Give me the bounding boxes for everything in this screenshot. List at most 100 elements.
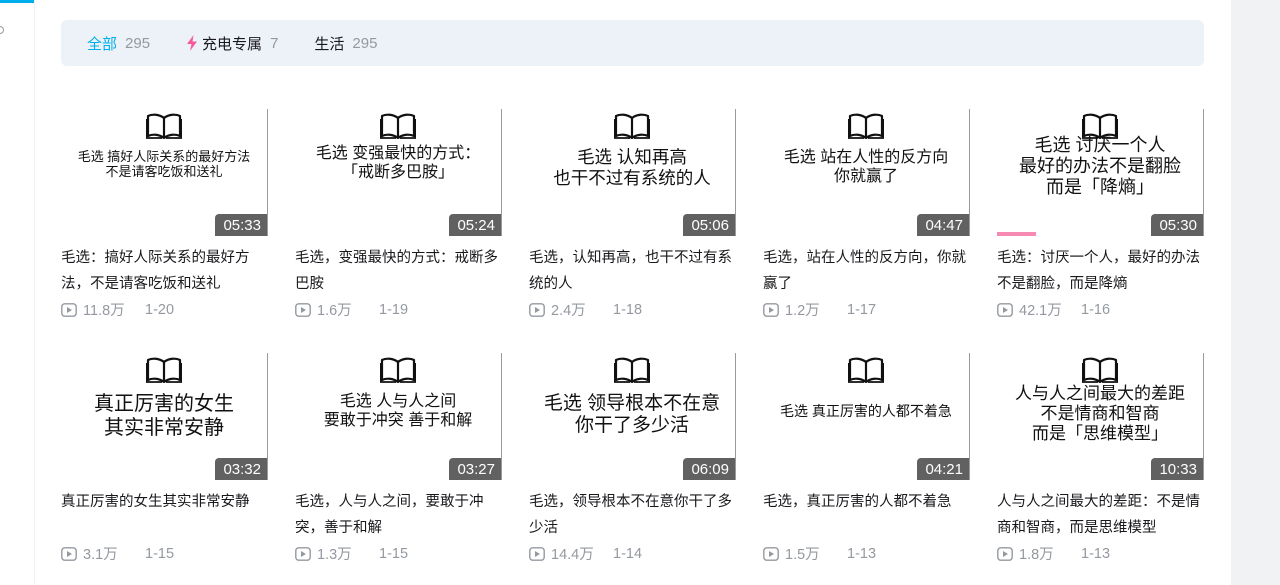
book-icon	[613, 357, 651, 384]
filter-label: 生活	[314, 35, 345, 53]
book-icon	[379, 357, 417, 384]
category-filter-bar: 全部 295 充电专属 7 生活 295	[61, 20, 1204, 66]
video-duration: 05:06	[683, 214, 735, 236]
video-thumbnail[interactable]: 毛选 搞好人际关系的最好方法 不是请客吃饭和送礼 05:33	[61, 109, 268, 236]
video-card[interactable]: 毛选 站在人性的反方向 你就赢了 04:47 毛选，站在人性的反方向，你就赢了 1.2…	[763, 109, 970, 320]
video-title[interactable]: 毛选：搞好人际关系的最好方法，不是请客吃饭和送礼	[61, 245, 268, 297]
video-card[interactable]: 人与人之间最大的差距 不是情商和智商 而是「思维模型」 10:33 人与人之间最大的…	[997, 353, 1204, 564]
video-title[interactable]: 毛选，认知再高，也干不过有系统的人	[529, 245, 736, 297]
filter-label: 全部	[87, 35, 118, 53]
view-count: 42.1万	[1019, 303, 1062, 319]
video-duration: 06:09	[683, 458, 735, 480]
play-count-icon	[529, 302, 545, 317]
play-count-icon	[61, 546, 77, 561]
video-thumbnail[interactable]: 毛选 人与人之间 要敢于冲突 善于和解 03:27	[295, 353, 502, 480]
video-title[interactable]: 毛选，真正厉害的人都不着急	[763, 489, 970, 541]
publish-date: 1-15	[145, 545, 175, 562]
video-meta: 3.1万 1-15	[61, 543, 268, 564]
view-count: 1.2万	[785, 303, 820, 319]
video-duration: 05:33	[215, 214, 267, 236]
filter-label: 充电专属	[202, 35, 263, 53]
thumbnail-caption: 毛选 认知再高 也干不过有系统的人	[553, 147, 711, 188]
book-icon	[379, 113, 417, 140]
thumbnail-caption: 毛选 真正厉害的人都不着急	[780, 403, 952, 419]
video-thumbnail[interactable]: 毛选 领导根本不在意 你干了多少活 06:09	[529, 353, 736, 480]
filter-count: 295	[352, 34, 378, 52]
video-meta: 1.2万 1-17	[763, 299, 970, 320]
video-title[interactable]: 人与人之间最大的差距：不是情商和智商，而是思维模型	[997, 489, 1204, 541]
video-meta: 1.8万 1-13	[997, 543, 1204, 564]
publish-date: 1-18	[613, 301, 643, 318]
thumbnail-caption: 毛选 搞好人际关系的最好方法 不是请客吃饭和送礼	[77, 149, 251, 180]
video-card[interactable]: 毛选 讨厌一个人 最好的办法不是翻脸 而是「降熵」 05:30 毛选：讨厌一个人，最…	[997, 109, 1204, 320]
video-thumbnail[interactable]: 毛选 站在人性的反方向 你就赢了 04:47	[763, 109, 970, 236]
thumbnail-caption: 毛选 变强最快的方式： 「戒断多巴胺」	[315, 145, 481, 181]
thumbnail-caption: 毛选 人与人之间 要敢于冲突 善于和解	[323, 393, 473, 429]
book-icon	[847, 113, 885, 140]
view-count: 3.1万	[83, 547, 118, 563]
filter-all[interactable]: 全部 295	[87, 33, 150, 54]
video-title[interactable]: 毛选，站在人性的反方向，你就赢了	[763, 245, 970, 297]
video-meta: 2.4万 1-18	[529, 299, 736, 320]
play-count-icon	[997, 302, 1013, 317]
publish-date: 1-13	[847, 545, 877, 562]
video-card[interactable]: 毛选 真正厉害的人都不着急 04:21 毛选，真正厉害的人都不着急 1.5万 1-13	[763, 353, 970, 564]
book-icon	[847, 357, 885, 384]
video-card[interactable]: 毛选 变强最快的方式： 「戒断多巴胺」 05:24 毛选，变强最快的方式：戒断多巴胺…	[295, 109, 502, 320]
video-meta: 11.8万 1-20	[61, 299, 268, 320]
thumbnail-caption: 人与人之间最大的差距 不是情商和智商 而是「思维模型」	[1015, 384, 1185, 444]
right-panel	[1231, 0, 1280, 585]
video-card[interactable]: 毛选 领导根本不在意 你干了多少活 06:09 毛选，领导根本不在意你干了多少活 14…	[529, 353, 736, 564]
video-card[interactable]: 真正厉害的女生 其实非常安静 03:32 真正厉害的女生其实非常安静 3.1万 1-15	[61, 353, 268, 564]
video-meta: 1.5万 1-13	[763, 543, 970, 564]
filter-count: 295	[125, 34, 151, 52]
sidebar-icon[interactable]	[0, 26, 4, 34]
video-duration: 03:27	[449, 458, 501, 480]
sidebar-active-indicator	[0, 0, 34, 3]
video-thumbnail[interactable]: 毛选 变强最快的方式： 「戒断多巴胺」 05:24	[295, 109, 502, 236]
publish-date: 1-13	[1081, 545, 1111, 562]
video-duration: 03:32	[215, 458, 267, 480]
book-icon	[145, 113, 183, 140]
publish-date: 1-14	[613, 545, 643, 562]
video-meta: 14.4万 1-14	[529, 543, 736, 564]
video-title[interactable]: 毛选，人与人之间，要敢于冲突，善于和解	[295, 489, 502, 541]
video-meta: 1.3万 1-15	[295, 543, 502, 564]
video-duration: 10:33	[1151, 458, 1203, 480]
lightning-icon	[187, 35, 198, 51]
video-meta: 42.1万 1-16	[997, 299, 1204, 320]
play-count-icon	[295, 302, 311, 317]
video-duration: 04:21	[917, 458, 969, 480]
book-icon	[613, 113, 651, 140]
video-thumbnail[interactable]: 毛选 讨厌一个人 最好的办法不是翻脸 而是「降熵」 05:30	[997, 109, 1204, 236]
filter-life[interactable]: 生活 295	[314, 33, 377, 54]
video-duration: 05:30	[1151, 214, 1203, 236]
video-duration: 04:47	[917, 214, 969, 236]
play-count-icon	[61, 302, 77, 317]
video-card[interactable]: 毛选 搞好人际关系的最好方法 不是请客吃饭和送礼 05:33 毛选：搞好人际关系的最…	[61, 109, 268, 320]
play-count-icon	[295, 546, 311, 561]
video-thumbnail[interactable]: 真正厉害的女生 其实非常安静 03:32	[61, 353, 268, 480]
video-title[interactable]: 真正厉害的女生其实非常安静	[61, 489, 268, 541]
watch-progress-bar	[997, 232, 1037, 236]
video-title[interactable]: 毛选，变强最快的方式：戒断多巴胺	[295, 245, 502, 297]
thumbnail-caption: 毛选 领导根本不在意 你干了多少活	[543, 393, 721, 437]
video-title[interactable]: 毛选：讨厌一个人，最好的办法不是翻脸，而是降熵	[997, 245, 1204, 297]
view-count: 1.5万	[785, 547, 820, 563]
play-count-icon	[529, 546, 545, 561]
publish-date: 1-16	[1081, 301, 1111, 318]
view-count: 2.4万	[551, 303, 586, 319]
video-thumbnail[interactable]: 毛选 认知再高 也干不过有系统的人 05:06	[529, 109, 736, 236]
filter-charge-exclusive[interactable]: 充电专属 7	[186, 33, 278, 54]
view-count: 11.8万	[83, 303, 125, 319]
video-meta: 1.6万 1-19	[295, 299, 502, 320]
video-duration: 05:24	[449, 214, 501, 236]
left-sidebar	[0, 0, 35, 585]
video-card[interactable]: 毛选 认知再高 也干不过有系统的人 05:06 毛选，认知再高，也干不过有系统的人 2…	[529, 109, 736, 320]
video-title[interactable]: 毛选，领导根本不在意你干了多少活	[529, 489, 736, 541]
filter-count: 7	[270, 34, 279, 52]
thumbnail-caption: 毛选 站在人性的反方向 你就赢了	[783, 149, 949, 185]
video-thumbnail[interactable]: 毛选 真正厉害的人都不着急 04:21	[763, 353, 970, 480]
video-card[interactable]: 毛选 人与人之间 要敢于冲突 善于和解 03:27 毛选，人与人之间，要敢于冲突，善…	[295, 353, 502, 564]
video-thumbnail[interactable]: 人与人之间最大的差距 不是情商和智商 而是「思维模型」 10:33	[997, 353, 1204, 480]
